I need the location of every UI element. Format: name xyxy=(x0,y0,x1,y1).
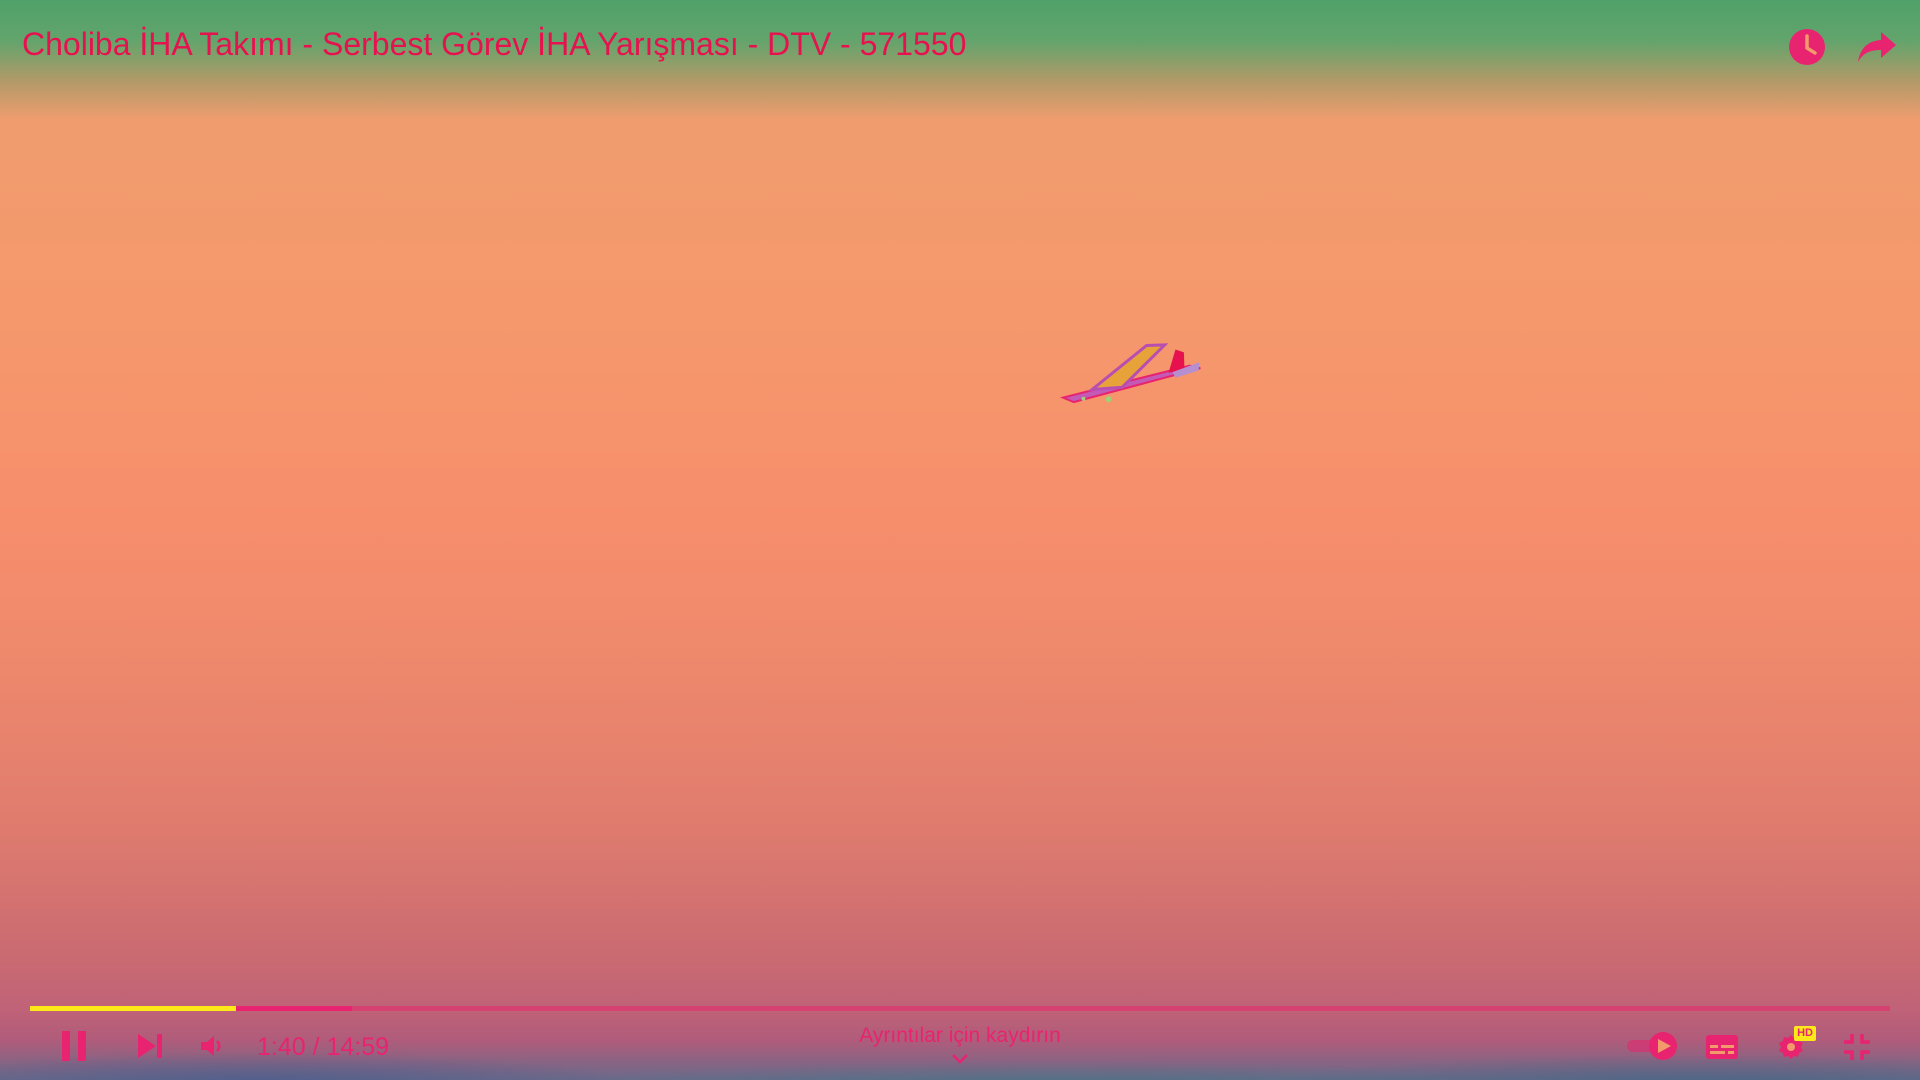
exit-fullscreen-icon xyxy=(1844,1034,1870,1060)
top-actions xyxy=(1786,26,1898,68)
volume-icon xyxy=(201,1036,221,1056)
skip-next-icon xyxy=(138,1034,162,1058)
pause-button[interactable] xyxy=(56,1028,92,1064)
share-arrow-icon xyxy=(1858,32,1896,62)
time-display: 1:40 / 14:59 xyxy=(257,1033,390,1061)
mute-button[interactable] xyxy=(196,1031,228,1061)
settings-button[interactable]: HD xyxy=(1774,1026,1816,1062)
video-title[interactable]: Choliba İHA Takımı - Serbest Görev İHA Y… xyxy=(22,24,966,64)
next-button[interactable] xyxy=(134,1030,166,1062)
progress-played xyxy=(30,1005,237,1011)
swipe-for-details-hint[interactable]: Ayrıntılar için kaydırın xyxy=(760,1022,1160,1050)
chevron-down-icon xyxy=(952,1054,968,1064)
pause-icon xyxy=(62,1031,86,1061)
autoplay-toggle[interactable] xyxy=(1624,1030,1682,1062)
progress-bar[interactable] xyxy=(30,1002,1890,1014)
subtitles-button[interactable] xyxy=(1704,1032,1740,1062)
share-button[interactable] xyxy=(1856,26,1898,68)
hd-badge: HD xyxy=(1794,1026,1816,1041)
title-bar: Choliba İHA Takımı - Serbest Görev İHA Y… xyxy=(0,0,1920,96)
watch-later-button[interactable] xyxy=(1786,26,1828,68)
subtitles-icon xyxy=(1706,1035,1738,1059)
airplane-in-video xyxy=(1059,343,1201,404)
autoplay-toggle-icon xyxy=(1627,1032,1677,1060)
video-frame[interactable] xyxy=(0,0,1920,1080)
exit-fullscreen-button[interactable] xyxy=(1840,1031,1874,1063)
clock-icon xyxy=(1789,29,1825,65)
